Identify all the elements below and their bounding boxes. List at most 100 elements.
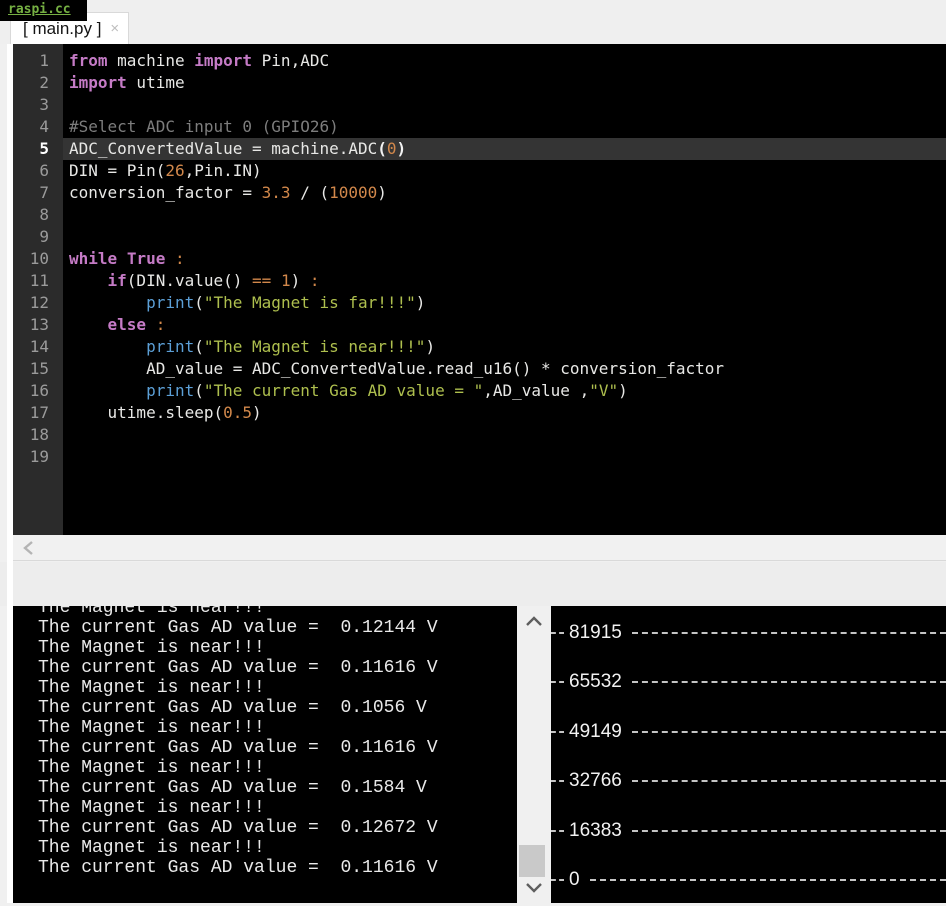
line-number-6: 6 <box>13 160 63 182</box>
code-token: "The Magnet is far!!!" <box>204 293 416 312</box>
code-token: print <box>146 381 194 400</box>
line-number-14: 14 <box>13 336 63 358</box>
code-token: 3.3 <box>262 183 291 202</box>
code-line-5[interactable]: ADC_ConvertedValue = machine.ADC(0) <box>63 138 946 160</box>
code-line-10[interactable]: while True : <box>63 248 946 270</box>
gridline-dash <box>551 780 564 782</box>
code-token: Pin,ADC <box>252 51 329 70</box>
close-icon[interactable]: × <box>110 21 119 36</box>
code-token: conversion_factor = <box>69 183 262 202</box>
code-line-12[interactable]: print("The Magnet is far!!!") <box>63 292 946 314</box>
plotter-gridline-65532: 65532 <box>551 670 946 694</box>
line-number-3: 3 <box>13 94 63 116</box>
line-number-9: 9 <box>13 226 63 248</box>
shell-line-5: The Magnet is near!!! <box>38 678 517 698</box>
code-token: ) <box>618 381 628 400</box>
code-token: print <box>146 293 194 312</box>
code-token: / ( <box>291 183 330 202</box>
shell-line-14: The current Gas AD value = 0.11616 V <box>38 858 517 878</box>
code-token: ) <box>397 139 407 158</box>
shell-output[interactable]: The Magnet is near!!!The current Gas AD … <box>13 606 517 903</box>
shell-line-3: The Magnet is near!!! <box>38 638 517 658</box>
shell-line-13: The Magnet is near!!! <box>38 838 517 858</box>
code-token: utime.sleep( <box>69 403 223 422</box>
code-token: ( <box>194 337 204 356</box>
shell-line-4: The current Gas AD value = 0.11616 V <box>38 658 517 678</box>
plotter: 81915 65532 49149 32766 16383 0 <box>551 606 946 903</box>
code-line-1[interactable]: from machine import Pin,ADC <box>63 50 946 72</box>
shell-line-9: The Magnet is near!!! <box>38 758 517 778</box>
code-line-17[interactable]: utime.sleep(0.5) <box>63 402 946 424</box>
gridline-dash <box>551 681 564 683</box>
plotter-gridline-49149: 49149 <box>551 720 946 744</box>
plotter-tick-label: 32766 <box>569 770 622 792</box>
chevron-up-icon[interactable] <box>525 615 543 628</box>
code-token: DIN = Pin( <box>69 161 165 180</box>
tab-main-py-label: [ main.py ] <box>23 19 101 39</box>
code-token <box>165 249 175 268</box>
vertical-scrollbar[interactable] <box>517 606 551 903</box>
code-line-18[interactable] <box>63 424 946 446</box>
plotter-gridline-32766: 32766 <box>551 769 946 793</box>
line-number-11: 11 <box>13 270 63 292</box>
gridline-dash <box>632 731 946 733</box>
line-number-4: 4 <box>13 116 63 138</box>
code-line-6[interactable]: DIN = Pin(26,Pin.IN) <box>63 160 946 182</box>
code-area[interactable]: from machine import Pin,ADCimport utime #… <box>63 44 946 535</box>
line-number-15: 15 <box>13 358 63 380</box>
code-token: : <box>156 315 166 334</box>
code-line-9[interactable] <box>63 226 946 248</box>
line-number-10: 10 <box>13 248 63 270</box>
plotter-gridline-16383: 16383 <box>551 819 946 843</box>
code-token: (DIN.value() <box>127 271 252 290</box>
code-line-2[interactable]: import utime <box>63 72 946 94</box>
code-line-11[interactable]: if(DIN.value() == 1) : <box>63 270 946 292</box>
plotter-tick-label: 81915 <box>569 622 622 644</box>
gridline-dash <box>632 830 946 832</box>
code-token <box>69 293 146 312</box>
code-token: 0.5 <box>223 403 252 422</box>
code-line-13[interactable]: else : <box>63 314 946 336</box>
line-number-17: 17 <box>13 402 63 424</box>
code-token: if <box>108 271 127 290</box>
gridline-dash <box>551 731 564 733</box>
code-token: 1 <box>281 271 291 290</box>
code-token: "The Magnet is near!!!" <box>204 337 426 356</box>
code-line-19[interactable] <box>63 446 946 468</box>
line-number-2: 2 <box>13 72 63 94</box>
line-number-18: 18 <box>13 424 63 446</box>
code-token: "V" <box>589 381 618 400</box>
code-line-3[interactable] <box>63 94 946 116</box>
code-line-4[interactable]: #Select ADC input 0 (GPIO26) <box>63 116 946 138</box>
code-line-8[interactable] <box>63 204 946 226</box>
plotter-gridline-81915: 81915 <box>551 621 946 645</box>
code-token: ( <box>194 381 204 400</box>
code-token: ) <box>377 183 387 202</box>
code-token <box>146 315 156 334</box>
code-line-7[interactable]: conversion_factor = 3.3 / (10000) <box>63 182 946 204</box>
code-token: while <box>69 249 117 268</box>
plotter-tick-label: 65532 <box>569 671 622 693</box>
scrollbar-thumb[interactable] <box>519 845 545 877</box>
gridline-dash <box>551 830 564 832</box>
code-token <box>69 271 108 290</box>
code-token: 10000 <box>329 183 377 202</box>
code-editor[interactable]: 12345678910111213141516171819 from machi… <box>13 44 946 535</box>
plotter-tick-label: 0 <box>569 869 580 891</box>
code-line-16[interactable]: print("The current Gas AD value = ",AD_v… <box>63 380 946 402</box>
horizontal-scrollbar[interactable] <box>13 535 946 561</box>
plotter-gridline-0: 0 <box>551 868 946 892</box>
gridline-dash <box>632 681 946 683</box>
ide-window: [ main.py ] × raspi.cc 12345678910111213… <box>0 0 946 906</box>
code-line-15[interactable]: AD_value = ADC_ConvertedValue.read_u16()… <box>63 358 946 380</box>
code-token: print <box>146 337 194 356</box>
chevron-left-icon[interactable] <box>21 539 39 557</box>
code-line-14[interactable]: print("The Magnet is near!!!") <box>63 336 946 358</box>
line-number-19: 19 <box>13 446 63 468</box>
gridline-dash <box>632 632 946 634</box>
chevron-down-icon[interactable] <box>525 881 543 894</box>
code-token: ) <box>425 337 435 356</box>
raspi-cc-watermark: raspi.cc <box>0 0 87 21</box>
shell-line-2: The current Gas AD value = 0.12144 V <box>38 618 517 638</box>
plotter-tick-label: 49149 <box>569 721 622 743</box>
